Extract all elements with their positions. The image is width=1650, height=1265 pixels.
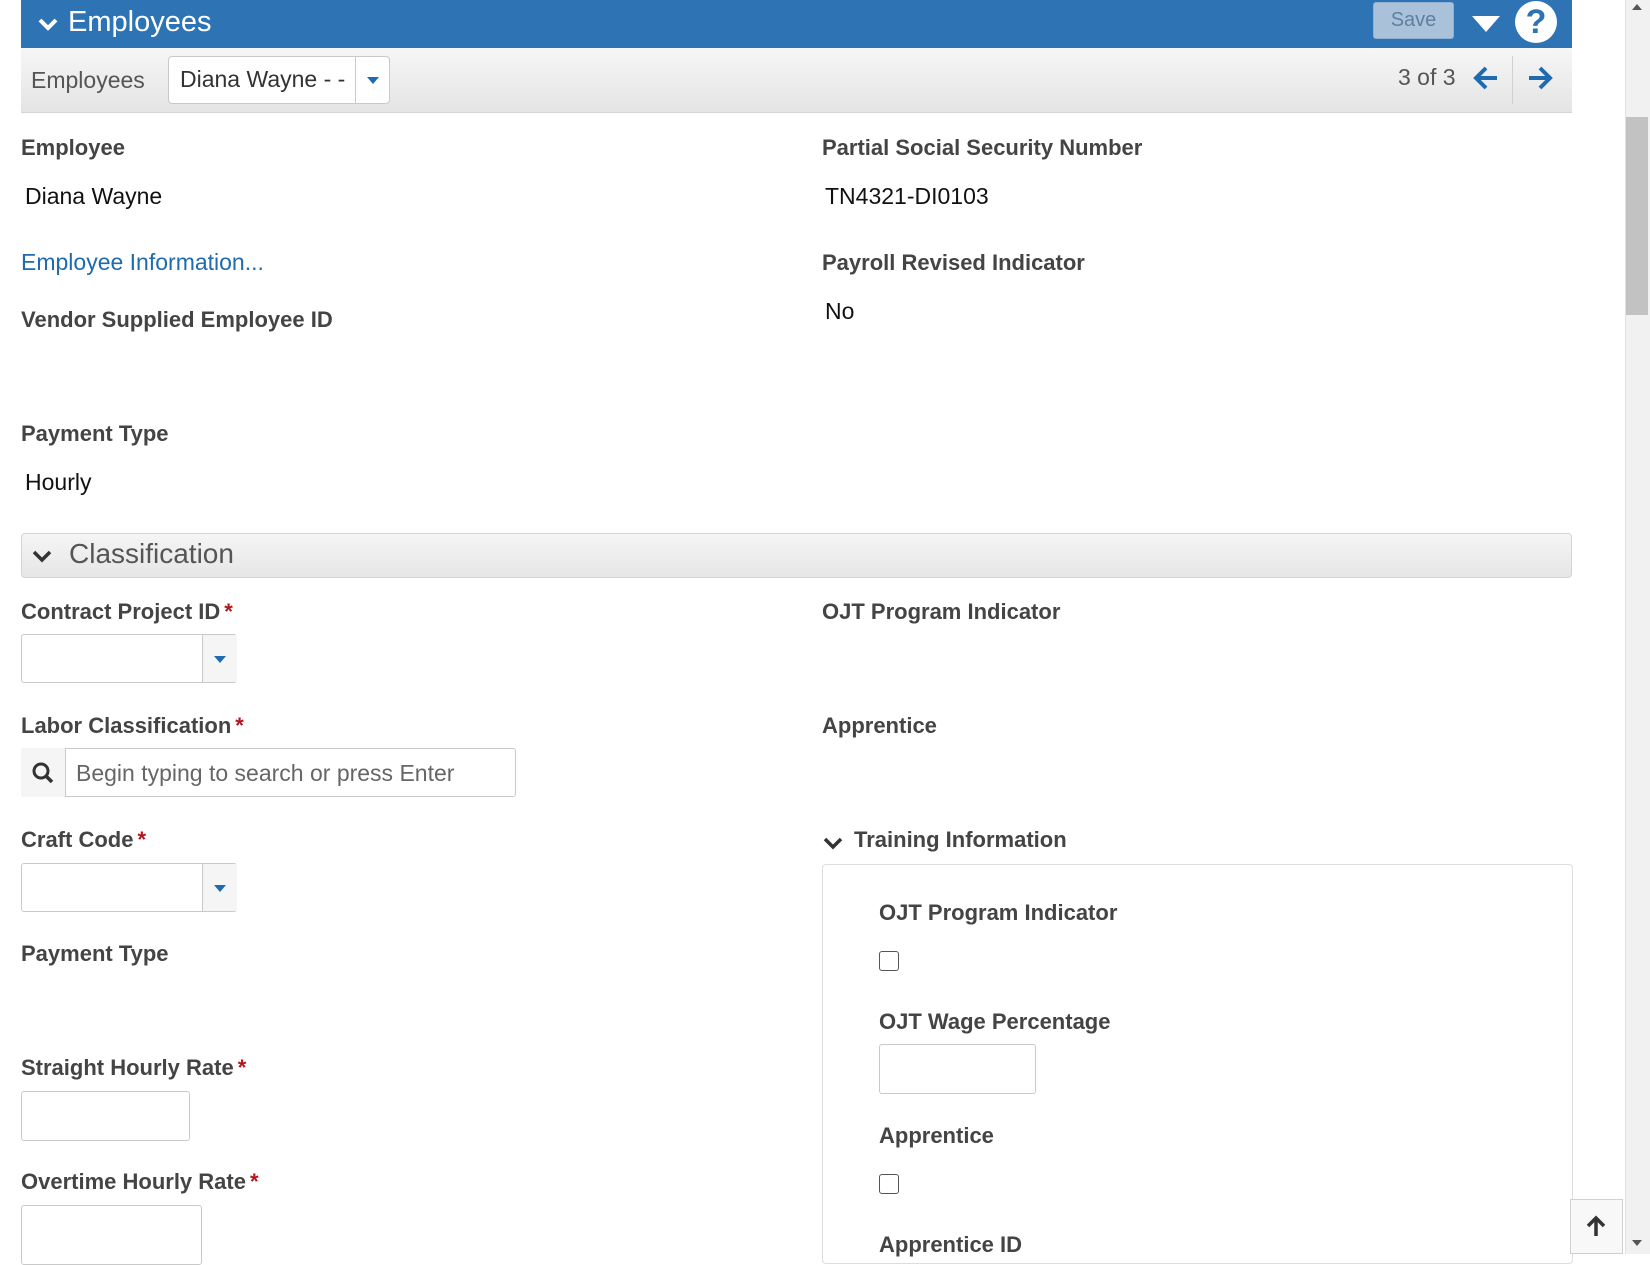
ssn-value: TN4321-DI0103	[825, 183, 989, 209]
arrow-left-icon[interactable]	[1466, 58, 1506, 98]
header-bar	[21, 0, 1572, 48]
contract-project-label: Contract Project ID *	[21, 599, 233, 624]
required-marker: *	[249, 1169, 259, 1194]
craft-code-label: Craft Code *	[21, 827, 147, 852]
scrollbar-thumb[interactable]	[1626, 117, 1648, 315]
ojt-program-label: OJT Program Indicator	[822, 599, 1061, 624]
labor-classification-label: Labor Classification *	[21, 713, 244, 738]
help-icon[interactable]: ?	[1515, 1, 1557, 43]
employee-select-toggle[interactable]	[355, 57, 390, 103]
apprentice-id-label: Apprentice ID	[879, 1232, 1023, 1257]
search-addon	[21, 748, 66, 797]
caret-down-icon[interactable]	[1470, 12, 1502, 34]
overtime-hourly-rate-input[interactable]	[21, 1205, 202, 1265]
straight-hourly-rate-label: Straight Hourly Rate *	[21, 1055, 247, 1080]
training-information-title[interactable]: Training Information	[854, 827, 1067, 853]
caret-down-icon	[367, 77, 379, 84]
classification-title: Classification	[69, 538, 234, 569]
scroll-down-icon[interactable]	[1629, 1236, 1645, 1250]
divider	[1512, 56, 1513, 104]
chevron-down-icon[interactable]	[822, 832, 844, 854]
payment-type-label: Payment Type	[21, 421, 169, 446]
toolbar-label: Employees	[31, 67, 145, 93]
employee-select-value: Diana Wayne - -	[180, 66, 346, 92]
arrow-right-icon[interactable]	[1520, 58, 1560, 98]
search-placeholder: Begin typing to search or press Enter	[76, 760, 455, 786]
ojt-wage-percentage-input[interactable]	[879, 1044, 1036, 1094]
straight-hourly-rate-input[interactable]	[21, 1091, 190, 1141]
required-marker: *	[137, 827, 147, 852]
save-button[interactable]: Save	[1373, 2, 1454, 39]
payment-type-value: Hourly	[25, 469, 92, 495]
required-marker: *	[224, 599, 233, 624]
caret-down-icon	[214, 885, 226, 892]
class-payment-type-label: Payment Type	[21, 941, 169, 966]
record-pager: 3 of 3	[1398, 64, 1456, 90]
employee-value: Diana Wayne	[25, 183, 163, 209]
classification-section-header[interactable]	[21, 533, 1572, 578]
overtime-hourly-rate-label: Overtime Hourly Rate *	[21, 1169, 259, 1194]
training-apprentice-label: Apprentice	[879, 1123, 994, 1148]
chevron-down-icon[interactable]	[36, 12, 60, 36]
ojt-wage-percentage-label: OJT Wage Percentage	[879, 1009, 1111, 1034]
craft-code-toggle[interactable]	[202, 864, 237, 911]
training-ojt-indicator-label: OJT Program Indicator	[879, 900, 1118, 925]
back-to-top-button[interactable]	[1570, 1199, 1623, 1254]
ojt-indicator-checkbox[interactable]	[879, 951, 899, 971]
payroll-revised-label: Payroll Revised Indicator	[822, 250, 1085, 275]
payroll-revised-value: No	[825, 298, 855, 324]
arrow-up-icon	[1586, 1215, 1606, 1236]
caret-down-icon	[214, 656, 226, 663]
ssn-label: Partial Social Security Number	[822, 135, 1143, 160]
employee-label: Employee	[21, 135, 125, 160]
search-icon	[32, 762, 54, 784]
apprentice-label: Apprentice	[822, 713, 937, 738]
scroll-up-icon[interactable]	[1629, 0, 1645, 14]
vendor-id-label: Vendor Supplied Employee ID	[21, 307, 333, 332]
apprentice-checkbox[interactable]	[879, 1174, 899, 1194]
chevron-down-icon[interactable]	[31, 545, 53, 567]
employee-information-link[interactable]: Employee Information...	[21, 249, 264, 276]
contract-project-toggle[interactable]	[202, 635, 237, 682]
page-title: Employees	[68, 6, 212, 38]
required-marker: *	[237, 1055, 247, 1080]
required-marker: *	[235, 713, 244, 738]
